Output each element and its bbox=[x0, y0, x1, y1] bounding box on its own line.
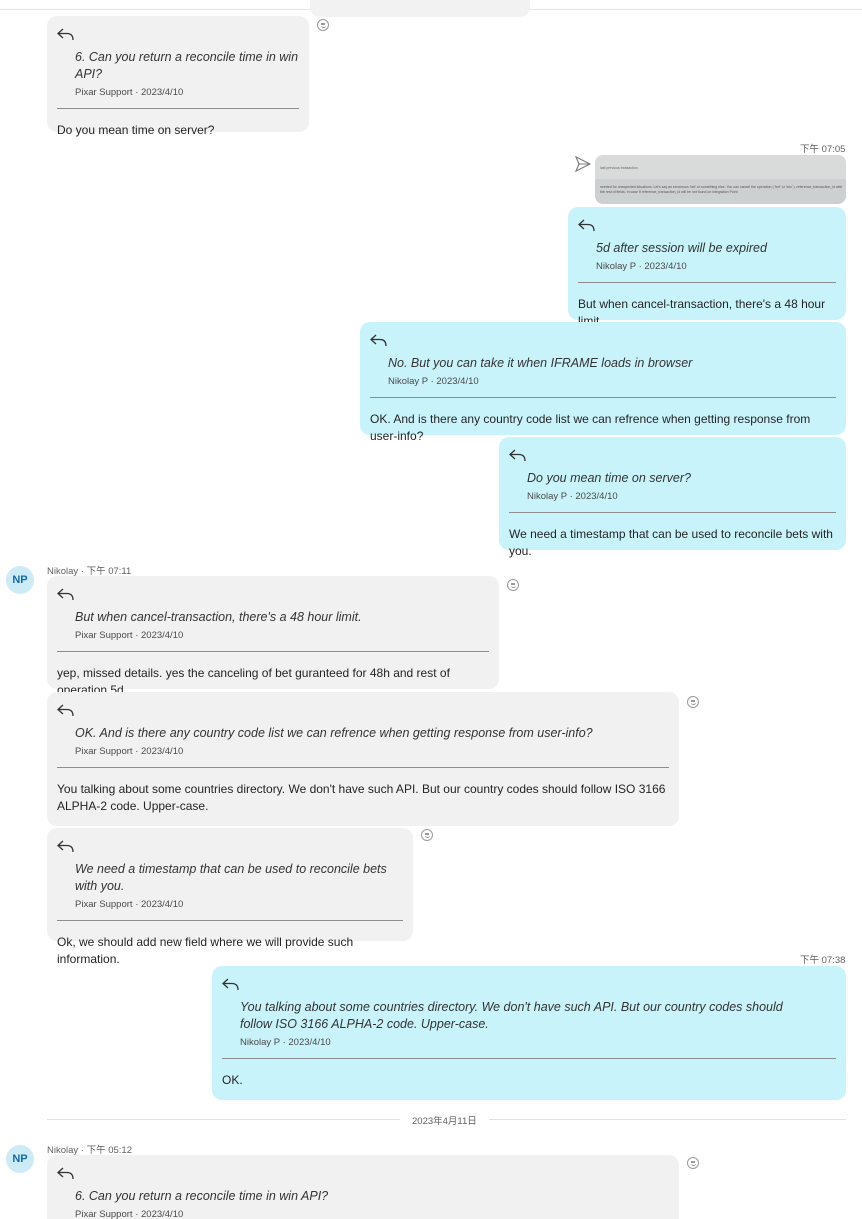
message-bubble[interactable]: You talking about some countries directo… bbox=[212, 966, 846, 1100]
sender-name-time: Nikolay · 下午 05:12 bbox=[47, 1145, 133, 1156]
quoted-meta: Nikolay P · 2023/4/10 bbox=[596, 261, 687, 272]
reply-arrow-icon bbox=[57, 28, 74, 41]
sender-name-time: Nikolay · 下午 07:11 bbox=[47, 566, 132, 577]
send-icon bbox=[574, 155, 592, 173]
quote-divider bbox=[509, 512, 836, 513]
quoted-meta: Pixar Support · 2023/4/10 bbox=[75, 630, 184, 641]
message-bubble[interactable]: We need a timestamp that can be used to … bbox=[47, 828, 413, 966]
smiley-reaction-icon[interactable] bbox=[421, 829, 433, 841]
quote-divider bbox=[370, 397, 836, 398]
quoted-text: But when cancel-transaction, there's a 4… bbox=[75, 610, 362, 624]
reply-arrow-icon bbox=[57, 840, 74, 853]
quoted-meta: Pixar Support · 2023/4/10 bbox=[75, 87, 184, 98]
quoted-meta: Nikolay P · 2023/4/10 bbox=[240, 1037, 331, 1048]
quoted-meta: Nikolay P · 2023/4/10 bbox=[388, 376, 479, 387]
smiley-reaction-icon[interactable] bbox=[687, 1157, 699, 1169]
message-bubble[interactable]: 6. Can you return a reconcile time in wi… bbox=[47, 1155, 679, 1219]
smiley-reaction-icon[interactable] bbox=[317, 19, 329, 31]
quoted-meta: Pixar Support · 2023/4/10 bbox=[75, 1209, 184, 1219]
smiley-reaction-icon[interactable] bbox=[507, 579, 519, 591]
quoted-text: 6. Can you return a reconcile time in wi… bbox=[75, 1189, 329, 1203]
quote-divider bbox=[578, 282, 836, 283]
message-time: 下午 07:38 bbox=[800, 955, 846, 966]
quoted-text: We need a timestamp that can be used to … bbox=[75, 862, 387, 893]
quote-divider bbox=[57, 651, 489, 652]
message-bubble[interactable]: But when cancel-transaction, there's a 4… bbox=[47, 576, 499, 697]
message-text: We need a timestamp that can be used to … bbox=[509, 527, 833, 558]
message-text: Do you mean time on server? bbox=[57, 123, 215, 137]
smiley-reaction-icon[interactable] bbox=[687, 696, 699, 708]
reply-arrow-icon bbox=[57, 588, 74, 601]
reply-arrow-icon bbox=[509, 449, 526, 462]
message-bubble[interactable]: No. But you can take it when IFRAME load… bbox=[360, 322, 846, 443]
message-bubble[interactable]: OK. And is there any country code list w… bbox=[47, 692, 679, 826]
avatar[interactable]: NP bbox=[6, 566, 34, 594]
quote-divider bbox=[57, 920, 403, 921]
quoted-text: 6. Can you return a reconcile time in wi… bbox=[75, 50, 299, 81]
quoted-text: OK. And is there any country code list w… bbox=[75, 726, 593, 740]
quoted-meta: Pixar Support · 2023/4/10 bbox=[75, 746, 184, 757]
quote-divider bbox=[222, 1058, 836, 1059]
date-label: 2023年4月11日 bbox=[400, 1113, 489, 1127]
message-time: 下午 07:05 bbox=[800, 144, 846, 155]
quote-divider bbox=[57, 108, 299, 109]
message-bubble[interactable]: 6. Can you return a reconcile time in wi… bbox=[47, 16, 309, 137]
quote-divider bbox=[57, 767, 669, 768]
attachment-text: needed for unexpected situations. Let's … bbox=[600, 185, 843, 194]
reply-arrow-icon bbox=[370, 334, 387, 347]
message-bubble[interactable]: 5d after session will be expired Nikolay… bbox=[568, 207, 846, 328]
message-text: You talking about some countries directo… bbox=[57, 782, 666, 813]
quoted-text: No. But you can take it when IFRAME load… bbox=[388, 356, 693, 370]
reply-arrow-icon bbox=[222, 978, 239, 991]
message-text: Ok, we should add new field where we wil… bbox=[57, 935, 354, 966]
message-bubble[interactable]: Do you mean time on server? Nikolay P · … bbox=[499, 437, 846, 558]
attachment-title: last previous transaction bbox=[600, 166, 638, 170]
message-text: OK. bbox=[222, 1073, 243, 1087]
quoted-text: Do you mean time on server? bbox=[527, 471, 691, 485]
quoted-meta: Pixar Support · 2023/4/10 bbox=[75, 899, 184, 910]
quoted-meta: Nikolay P · 2023/4/10 bbox=[527, 491, 618, 502]
previous-message-edge bbox=[310, 0, 530, 17]
reply-arrow-icon bbox=[578, 219, 595, 232]
quoted-text: 5d after session will be expired bbox=[596, 241, 767, 255]
reply-arrow-icon bbox=[57, 1167, 74, 1180]
reply-arrow-icon bbox=[57, 704, 74, 717]
quoted-text: You talking about some countries directo… bbox=[240, 1000, 783, 1031]
avatar[interactable]: NP bbox=[6, 1145, 34, 1173]
attachment-preview[interactable]: last previous transaction needed for une… bbox=[595, 155, 846, 204]
